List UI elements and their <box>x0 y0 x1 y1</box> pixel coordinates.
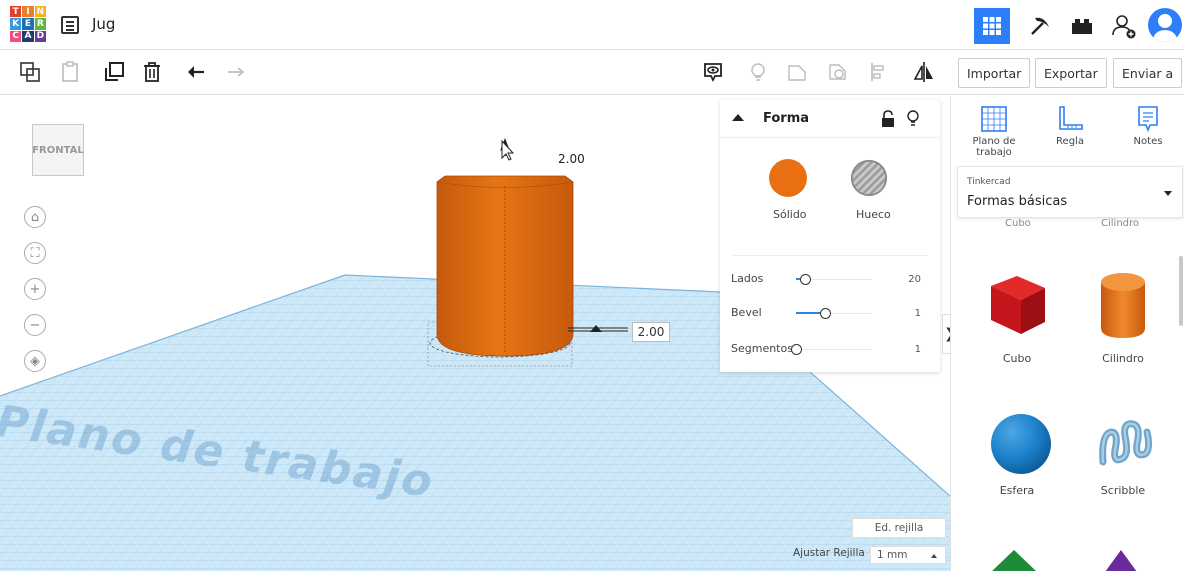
segments-slider[interactable] <box>791 344 872 355</box>
mirror-icon[interactable] <box>910 58 938 86</box>
pickaxe-icon[interactable] <box>1022 8 1058 44</box>
prop-label-bevel: Bevel <box>731 306 762 319</box>
partial-shape-label: Cilindro <box>1101 218 1140 229</box>
light-bulb-icon[interactable] <box>906 109 920 127</box>
box-shape-label: Cubo <box>1002 352 1032 365</box>
view-cube-front[interactable]: FRONTAL <box>32 124 84 176</box>
trash-icon[interactable] <box>138 58 166 86</box>
bevel-slider[interactable] <box>796 308 872 319</box>
snap-grid-label: Ajustar Rejilla <box>793 547 865 559</box>
panel-scrollbar[interactable] <box>1179 256 1183 326</box>
shape-library-dropdown[interactable]: Tinkercad Formas básicas <box>957 166 1183 218</box>
height-dimension[interactable]: 2.00 <box>558 152 585 166</box>
logo-letter: N <box>34 6 46 18</box>
cylinder-shape-label: Cilindro <box>1102 352 1144 365</box>
pyramid-shape-tile[interactable] <box>989 548 1039 571</box>
snap-grid-select[interactable]: 1 mm <box>870 546 946 564</box>
notes-icon <box>1138 106 1158 133</box>
library-provider: Tinkercad <box>967 177 1011 187</box>
undo-icon[interactable] <box>182 58 210 86</box>
partial-shape-label: Cubo <box>1005 218 1031 229</box>
inspector-title: Forma <box>763 111 810 126</box>
notes-tool[interactable]: Notes <box>1113 104 1183 147</box>
design-list-icon[interactable] <box>61 16 79 34</box>
align-icon[interactable] <box>864 58 892 86</box>
sphere-shape-label: Esfera <box>999 484 1035 497</box>
ruler-tool-label: Regla <box>1056 136 1084 147</box>
logo-letter: T <box>10 6 22 18</box>
sphere-shape-tile[interactable] <box>989 412 1053 476</box>
workplane-tool-label: Plano de trabajo <box>972 136 1016 158</box>
collapse-icon[interactable] <box>732 114 744 121</box>
tinkercad-logo[interactable]: T I N K E R C A D <box>10 6 46 42</box>
box-shape-tile[interactable] <box>981 268 1051 338</box>
light-bulb-icon[interactable] <box>744 58 772 86</box>
logo-letter: A <box>22 30 34 42</box>
segments-slider-knob[interactable] <box>791 344 802 355</box>
scribble-shape-tile[interactable] <box>1097 414 1153 474</box>
prop-label-segments: Segmentos <box>731 342 793 355</box>
home-icon[interactable]: ⌂ <box>24 206 46 228</box>
caret-down-icon <box>1164 191 1172 196</box>
right-panel: Plano de trabajo Regla Notes Tinkercad F… <box>950 96 1184 571</box>
solid-label: Sólido <box>773 208 807 221</box>
user-avatar[interactable] <box>1148 8 1182 42</box>
import-button[interactable]: Importar <box>958 58 1031 88</box>
perspective-icon[interactable]: ◈ <box>24 350 46 372</box>
bricks-icon[interactable] <box>1064 8 1100 44</box>
library-name: Formas básicas <box>967 194 1068 209</box>
sides-slider[interactable] <box>796 274 872 285</box>
workplane-icon <box>981 106 1007 132</box>
top-bar: T I N K E R C A D Jug <box>0 0 1184 50</box>
scribble-shape-label: Scribble <box>1100 484 1146 497</box>
3d-design-grid-icon[interactable] <box>974 8 1010 44</box>
bevel-value[interactable]: 1 <box>915 308 921 319</box>
logo-letter: D <box>34 30 46 42</box>
zoom-out-icon[interactable]: − <box>24 314 46 336</box>
logo-letter: I <box>22 6 34 18</box>
sides-slider-knob[interactable] <box>800 274 811 285</box>
hole-swatch[interactable] <box>850 159 888 197</box>
caret-up-icon <box>931 554 937 558</box>
hole-label: Hueco <box>856 208 891 221</box>
view-cube[interactable]: FRONTAL <box>28 116 90 180</box>
ruler-tool[interactable]: Regla <box>1035 104 1105 147</box>
solid-color-swatch[interactable] <box>769 159 807 197</box>
edit-grid-button[interactable]: Ed. rejilla <box>852 518 946 538</box>
logo-letter: E <box>22 18 34 30</box>
shape-inspector: Forma Sólido Hueco Lados 20 Bevel 1 Segm… <box>720 100 940 372</box>
group-icon[interactable] <box>783 58 811 86</box>
redo-icon[interactable] <box>222 58 250 86</box>
add-user-icon[interactable] <box>1106 8 1142 44</box>
send-to-button[interactable]: Enviar a <box>1113 58 1183 88</box>
inspector-header: Forma <box>720 100 940 138</box>
segments-value[interactable]: 1 <box>915 344 921 355</box>
ruler-icon <box>1059 106 1083 130</box>
logo-letter: R <box>34 18 46 30</box>
logo-letter: K <box>10 18 22 30</box>
cone-shape-tile[interactable] <box>1101 548 1141 571</box>
workplane-tool[interactable]: Plano de trabajo <box>959 104 1029 158</box>
notes-tool-label: Notes <box>1133 136 1163 147</box>
snap-grid-value: 1 mm <box>877 549 908 561</box>
fit-view-icon[interactable]: ⛶ <box>24 242 46 264</box>
prop-label-sides: Lados <box>731 272 764 285</box>
lock-icon[interactable] <box>880 110 896 128</box>
ungroup-icon[interactable] <box>824 58 852 86</box>
cylinder-shape-tile[interactable] <box>1093 268 1153 342</box>
export-button[interactable]: Exportar <box>1035 58 1107 88</box>
copy-icon[interactable] <box>16 58 44 86</box>
duplicate-icon[interactable] <box>100 58 128 86</box>
zoom-in-icon[interactable]: + <box>24 278 46 300</box>
bevel-slider-knob[interactable] <box>820 308 831 319</box>
eye-visibility-icon[interactable] <box>699 58 727 86</box>
toolbar: Importar Exportar Enviar a <box>0 50 1184 95</box>
sides-value[interactable]: 20 <box>908 274 921 285</box>
width-dimension-input[interactable]: 2.00 <box>632 322 670 342</box>
paste-icon[interactable] <box>56 58 84 86</box>
design-title[interactable]: Jug <box>92 15 115 33</box>
divider <box>732 255 928 256</box>
logo-letter: C <box>10 30 22 42</box>
